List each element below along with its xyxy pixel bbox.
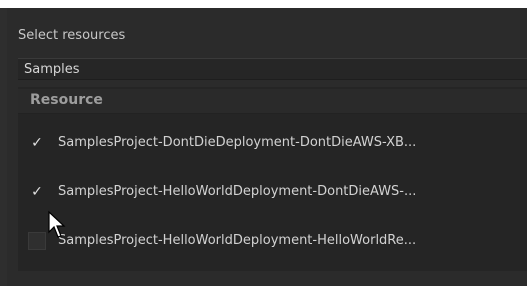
resource-row[interactable]: SamplesProject-HelloWorldDeployment-Hell… <box>18 227 527 255</box>
resource-group-dropdown[interactable]: Samples <box>18 58 527 80</box>
select-resources-label: Select resources <box>18 28 126 43</box>
resource-header-label: Resource <box>30 92 103 108</box>
resource-row[interactable]: ✓ SamplesProject-DontDieDeployment-DontD… <box>18 129 527 157</box>
resource-name: SamplesProject-HelloWorldDeployment-Hell… <box>58 233 417 248</box>
checkmark-icon[interactable]: ✓ <box>28 183 46 201</box>
unchecked-box-icon[interactable] <box>28 232 46 250</box>
resource-row[interactable]: ✓ SamplesProject-HelloWorldDeployment-Do… <box>18 178 527 206</box>
resource-column-header[interactable]: Resource <box>18 89 527 114</box>
checkmark-icon[interactable]: ✓ <box>28 134 46 152</box>
resource-name: SamplesProject-HelloWorldDeployment-Dont… <box>58 184 417 199</box>
mouse-pointer-icon <box>48 210 66 238</box>
resource-name: SamplesProject-DontDieDeployment-DontDie… <box>58 135 417 150</box>
window-top-strip <box>0 0 527 8</box>
